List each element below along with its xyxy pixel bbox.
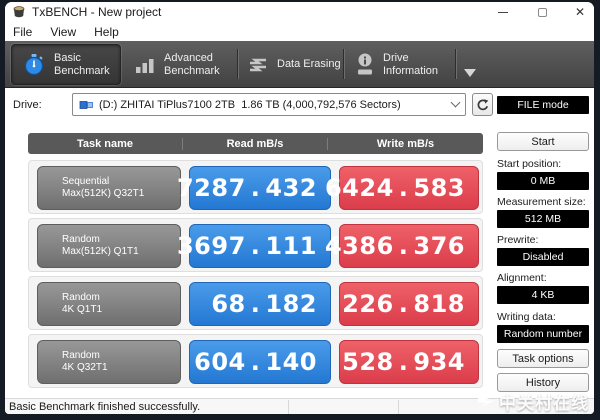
table-row: Random 4K Q1T1 68. 182 226. 818 [28, 276, 483, 330]
tab-label: Drive Information [383, 51, 439, 77]
writing-data-value[interactable]: Random number [497, 325, 589, 343]
read-result-value: 3697. 111 [177, 224, 331, 268]
app-window: TxBENCH - New project ✕ File View Help B… [5, 2, 594, 414]
drive-select[interactable]: (D:) ZHITAI TiPlus7100 2TB 1.86 TB (4,00… [72, 93, 466, 116]
write-result-value: 4386. 376 [325, 224, 479, 268]
toolbar-divider [455, 49, 456, 79]
drive-value: (D:) ZHITAI TiPlus7100 2TB 1.86 TB (4,00… [99, 98, 401, 111]
task-button-random-4k-q32t1[interactable]: Random 4K Q32T1 [37, 340, 181, 384]
tab-label: Basic Benchmark [54, 51, 110, 77]
menu-help[interactable]: Help [85, 22, 128, 41]
alignment-value[interactable]: 4 KB [497, 286, 589, 304]
status-bar: Basic Benchmark finished successfully. [5, 398, 594, 414]
sidebar: FILE mode Start Start position: 0 MB Mea… [497, 2, 589, 414]
tab-data-erasing[interactable]: Data Erasing [241, 44, 341, 85]
window-title: TxBENCH - New project [32, 5, 162, 19]
start-button[interactable]: Start [497, 132, 589, 151]
refresh-icon [477, 98, 488, 110]
table-row: Random 4K Q32T1 604. 140 528. 934 [28, 334, 483, 388]
task-button-sequential-max[interactable]: Sequential Max(512K) Q32T1 [37, 166, 181, 210]
column-header-task[interactable]: Task name [28, 138, 182, 150]
writing-data-label: Writing data: [497, 311, 556, 323]
read-result-value: 68. 182 [189, 282, 331, 326]
task-button-random-max[interactable]: Random Max(512K) Q1T1 [37, 224, 181, 268]
column-header-write[interactable]: Write mB/s [328, 138, 483, 150]
read-result-value: 7287. 432 [177, 166, 331, 210]
stopwatch-icon [24, 53, 44, 75]
status-message: Basic Benchmark finished successfully. [9, 401, 201, 413]
tab-drive-information[interactable]: Drive Information [347, 44, 453, 85]
table-header: Task name Read mB/s Write mB/s [28, 133, 483, 154]
alignment-label: Alignment: [497, 272, 547, 284]
tab-basic-benchmark[interactable]: Basic Benchmark [11, 44, 121, 85]
prewrite-value[interactable]: Disabled [497, 248, 589, 266]
write-result-value: 226. 818 [339, 282, 479, 326]
measurement-size-label: Measurement size: [497, 196, 586, 208]
status-divider [398, 400, 399, 414]
table-row: Random Max(512K) Q1T1 3697. 111 4386. 376 [28, 218, 483, 272]
toolbar-divider [237, 49, 238, 79]
menu-file[interactable]: File [5, 22, 41, 41]
task-options-button[interactable]: Task options [497, 349, 589, 368]
start-position-label: Start position: [497, 158, 562, 170]
history-button[interactable]: History [497, 373, 589, 392]
menu-view[interactable]: View [41, 22, 85, 41]
table-row: Sequential Max(512K) Q32T1 7287. 432 6424… [28, 160, 483, 214]
write-result-value: 6424. 583 [325, 166, 479, 210]
eraser-icon [250, 58, 266, 71]
bar-chart-icon [136, 58, 154, 73]
start-position-value[interactable]: 0 MB [497, 172, 589, 190]
tab-label: Advanced Benchmark [164, 51, 220, 77]
toolbar-divider [343, 49, 344, 79]
write-result-value: 528. 934 [339, 340, 479, 384]
status-divider [288, 400, 289, 414]
drive-info-icon [358, 53, 372, 74]
chevron-down-icon [450, 97, 461, 108]
measurement-size-value[interactable]: 512 MB [497, 210, 589, 228]
drive-label: Drive: [13, 99, 42, 111]
task-button-random-4k-q1t1[interactable]: Random 4K Q1T1 [37, 282, 181, 326]
column-header-read[interactable]: Read mB/s [182, 137, 328, 150]
tab-label: Data Erasing [277, 58, 341, 71]
refresh-drive-button[interactable] [472, 93, 493, 116]
disk-drive-icon [79, 100, 93, 109]
app-icon [13, 6, 25, 18]
chevron-down-icon[interactable] [464, 69, 476, 77]
read-result-value: 604. 140 [189, 340, 331, 384]
prewrite-label: Prewrite: [497, 234, 539, 246]
file-mode-button[interactable]: FILE mode [497, 96, 589, 114]
tab-advanced-benchmark[interactable]: Advanced Benchmark [126, 44, 234, 85]
